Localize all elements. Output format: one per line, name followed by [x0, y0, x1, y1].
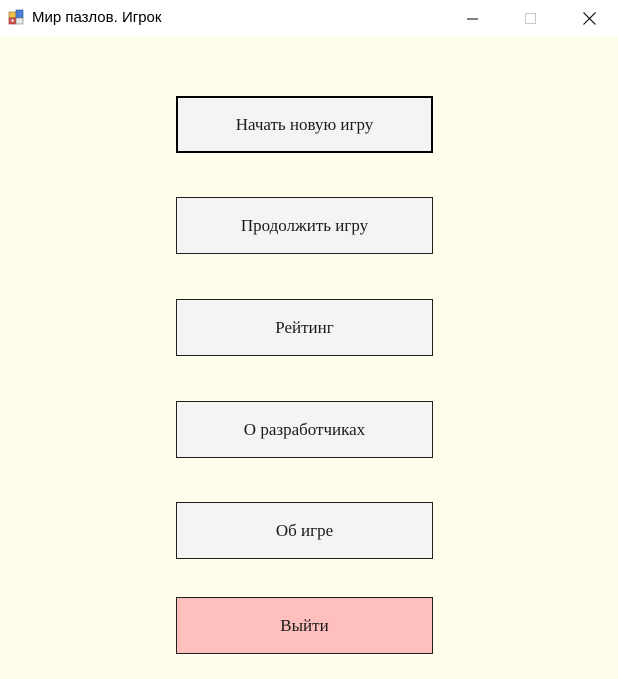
developers-label: О разработчиках [243, 419, 366, 439]
app-puzzle-icon [8, 9, 24, 25]
close-icon [582, 12, 596, 25]
continue-game-label: Продолжить игру [240, 215, 369, 235]
menu-panel: Начать новую игру Продолжить игру Рейтин… [0, 37, 618, 679]
close-button[interactable] [566, 0, 612, 37]
title-bar[interactable]: Мир пазлов. Игрок [0, 0, 618, 37]
continue-game-button[interactable]: Продолжить игру [176, 197, 433, 254]
window-title: Мир пазлов. Игрок [32, 9, 162, 26]
new-game-label: Начать новую игру [235, 114, 374, 134]
rating-label: Рейтинг [275, 317, 334, 337]
about-game-label: Об игре [275, 520, 334, 540]
exit-button[interactable]: Выйти [176, 597, 433, 654]
minimize-icon [467, 18, 478, 19]
maximize-icon [525, 12, 536, 24]
about-game-button[interactable]: Об игре [176, 502, 433, 559]
maximize-button[interactable] [508, 0, 554, 37]
app-window: Мир пазлов. Игрок Начать новую игру Прод… [0, 0, 618, 679]
minimize-button[interactable] [450, 0, 496, 37]
developers-button[interactable]: О разработчиках [176, 401, 433, 458]
new-game-button[interactable]: Начать новую игру [176, 96, 433, 153]
rating-button[interactable]: Рейтинг [176, 299, 433, 356]
exit-label: Выйти [280, 615, 329, 635]
